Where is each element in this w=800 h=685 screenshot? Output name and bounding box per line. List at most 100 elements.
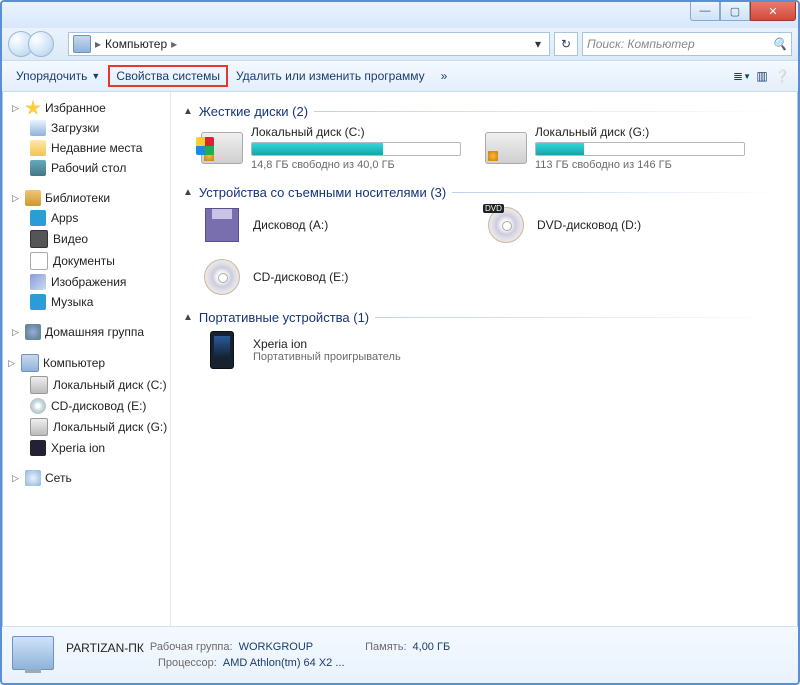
sidebar-item-downloads[interactable]: Загрузки bbox=[2, 118, 170, 138]
collapse-icon: ▲ bbox=[183, 312, 193, 323]
sidebar-computer[interactable]: ▷ Компьютер bbox=[2, 352, 170, 374]
breadcrumb-sep: ▸ bbox=[95, 37, 101, 51]
address-bar: ▸ Компьютер ▸ ▾ ↻ Поиск: Компьютер 🔍 bbox=[2, 28, 798, 61]
sidebar-item-apps[interactable]: Apps bbox=[2, 208, 170, 228]
preview-pane-button[interactable]: ▥ bbox=[752, 66, 772, 86]
network-icon bbox=[25, 470, 41, 486]
organize-menu[interactable]: Упорядочить▼ bbox=[8, 65, 108, 87]
recent-icon bbox=[30, 140, 46, 156]
drive-label: Локальный диск (G:) bbox=[535, 125, 745, 139]
device-floppy-a[interactable]: Дисковод (A:) bbox=[201, 206, 461, 244]
downloads-icon bbox=[30, 120, 46, 136]
close-button[interactable]: ✕ bbox=[750, 2, 796, 21]
content-pane: ▲ Жесткие диски (2) Локальный диск (C:) … bbox=[171, 92, 798, 626]
sidebar-item-cd-e[interactable]: CD-дисковод (E:) bbox=[2, 396, 170, 416]
device-sublabel: Портативный проигрыватель bbox=[253, 351, 401, 363]
breadcrumb[interactable]: ▸ Компьютер ▸ ▾ bbox=[68, 32, 550, 56]
hdd-icon bbox=[201, 132, 243, 164]
workgroup-label: Рабочая группа: bbox=[150, 641, 233, 655]
breadcrumb-path[interactable]: Компьютер bbox=[105, 37, 167, 51]
uninstall-program-button[interactable]: Удалить или изменить программу bbox=[228, 65, 433, 87]
computer-icon bbox=[73, 35, 91, 53]
sidebar-item-desktop[interactable]: Рабочий стол bbox=[2, 158, 170, 178]
capacity-bar bbox=[251, 142, 461, 156]
sidebar-network[interactable]: ▷ Сеть bbox=[2, 468, 170, 488]
sidebar-item-drive-c[interactable]: Локальный диск (C:) bbox=[2, 374, 170, 396]
search-icon: 🔍 bbox=[772, 37, 787, 51]
collapse-icon: ▲ bbox=[183, 187, 193, 198]
expand-icon: ▷ bbox=[12, 103, 21, 114]
forward-button[interactable] bbox=[28, 31, 54, 57]
sidebar-item-drive-g[interactable]: Локальный диск (G:) bbox=[2, 416, 170, 438]
sidebar-item-music[interactable]: Музыка bbox=[2, 292, 170, 312]
sidebar-item-recent[interactable]: Недавние места bbox=[2, 138, 170, 158]
pictures-icon bbox=[30, 274, 46, 290]
device-label: DVD-дисковод (D:) bbox=[537, 218, 641, 232]
music-icon bbox=[30, 294, 46, 310]
body: ▷ Избранное Загрузки Недавние места Рабо… bbox=[2, 92, 798, 626]
floppy-icon bbox=[205, 208, 239, 242]
device-label: Xperia ion bbox=[253, 337, 401, 351]
details-pane: PARTIZAN-ПК Рабочая группа: WORKGROUP Па… bbox=[2, 626, 798, 683]
expand-icon: ▷ bbox=[8, 358, 17, 369]
drive-label: Локальный диск (C:) bbox=[251, 125, 461, 139]
drive-free-space: 14,8 ГБ свободно из 40,0 ГБ bbox=[251, 159, 461, 171]
breadcrumb-dropdown[interactable]: ▾ bbox=[531, 37, 545, 51]
libraries-icon bbox=[25, 190, 41, 206]
drive-c[interactable]: Локальный диск (C:) 14,8 ГБ свободно из … bbox=[201, 125, 461, 171]
help-button[interactable]: ❔ bbox=[772, 66, 792, 86]
device-cd-e[interactable]: CD-дисковод (E:) bbox=[201, 258, 461, 296]
memory-value: 4,00 ГБ bbox=[413, 641, 451, 655]
apps-icon bbox=[30, 210, 46, 226]
drive-icon bbox=[30, 418, 48, 436]
star-icon bbox=[25, 100, 41, 116]
phone-icon bbox=[210, 331, 234, 369]
window-controls: — ▢ ✕ bbox=[690, 2, 796, 21]
expand-icon: ▷ bbox=[12, 473, 21, 484]
maximize-button[interactable]: ▢ bbox=[720, 2, 750, 21]
breadcrumb-sep: ▸ bbox=[171, 37, 177, 51]
drive-free-space: 113 ГБ свободно из 146 ГБ bbox=[535, 159, 745, 171]
system-properties-button[interactable]: Свойства системы bbox=[108, 65, 228, 87]
chevron-down-icon: ▼ bbox=[91, 71, 100, 81]
device-dvd-d[interactable]: DVD DVD-дисковод (D:) bbox=[485, 206, 745, 244]
device-xperia[interactable]: Xperia ion Портативный проигрыватель bbox=[201, 331, 461, 369]
sidebar-item-pictures[interactable]: Изображения bbox=[2, 272, 170, 292]
refresh-button[interactable]: ↻ bbox=[554, 32, 578, 56]
section-hard-drives[interactable]: ▲ Жесткие диски (2) bbox=[183, 104, 786, 119]
view-options-button[interactable]: ≣ ▼ bbox=[732, 66, 752, 86]
cd-icon bbox=[204, 259, 240, 295]
search-input[interactable]: Поиск: Компьютер 🔍 bbox=[582, 32, 792, 56]
computer-icon bbox=[12, 636, 54, 670]
dvd-badge: DVD bbox=[483, 204, 504, 213]
titlebar: — ▢ ✕ bbox=[2, 2, 798, 28]
section-portable[interactable]: ▲ Портативные устройства (1) bbox=[183, 310, 786, 325]
drive-icon bbox=[30, 376, 48, 394]
hdd-icon bbox=[485, 132, 527, 164]
sidebar-item-xperia[interactable]: Xperia ion bbox=[2, 438, 170, 458]
toolbar-overflow[interactable]: » bbox=[433, 65, 456, 87]
video-icon bbox=[30, 230, 48, 248]
sidebar-item-video[interactable]: Видео bbox=[2, 228, 170, 250]
workgroup-value: WORKGROUP bbox=[239, 641, 314, 655]
nav-buttons bbox=[8, 30, 64, 58]
computer-name: PARTIZAN-ПК bbox=[66, 641, 144, 655]
cpu-value: AMD Athlon(tm) 64 X2 ... bbox=[223, 657, 345, 669]
sidebar-favorites[interactable]: ▷ Избранное bbox=[2, 98, 170, 118]
drive-g[interactable]: Локальный диск (G:) 113 ГБ свободно из 1… bbox=[485, 125, 745, 171]
homegroup-icon bbox=[25, 324, 41, 340]
navigation-pane: ▷ Избранное Загрузки Недавние места Рабо… bbox=[2, 92, 171, 626]
sidebar-libraries[interactable]: ▷ Библиотеки bbox=[2, 188, 170, 208]
cpu-label: Процессор: bbox=[158, 657, 217, 669]
sidebar-homegroup[interactable]: ▷ Домашняя группа bbox=[2, 322, 170, 342]
minimize-button[interactable]: — bbox=[690, 2, 720, 21]
section-removable[interactable]: ▲ Устройства со съемными носителями (3) bbox=[183, 185, 786, 200]
explorer-window: — ▢ ✕ ▸ Компьютер ▸ ▾ ↻ Поиск: Компьютер… bbox=[0, 0, 800, 685]
search-placeholder: Поиск: Компьютер bbox=[587, 37, 695, 51]
collapse-icon: ▲ bbox=[183, 106, 193, 117]
sidebar-item-documents[interactable]: Документы bbox=[2, 250, 170, 272]
device-label: CD-дисковод (E:) bbox=[253, 270, 348, 284]
expand-icon: ▷ bbox=[12, 193, 21, 204]
computer-icon bbox=[21, 354, 39, 372]
command-bar: Упорядочить▼ Свойства системы Удалить ил… bbox=[2, 61, 798, 92]
